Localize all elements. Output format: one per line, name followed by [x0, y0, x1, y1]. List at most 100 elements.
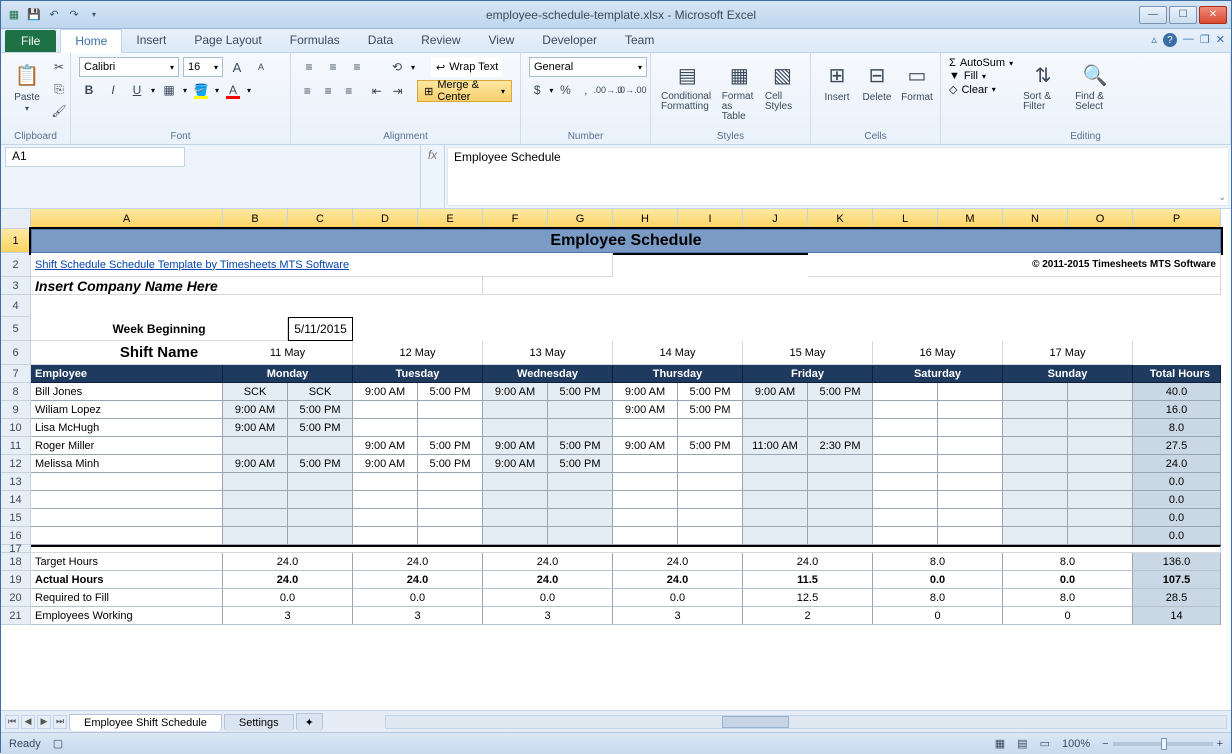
help-icon[interactable]: ?: [1163, 33, 1177, 47]
cell[interactable]: [938, 491, 1003, 509]
cell[interactable]: 9:00 AM: [223, 401, 288, 419]
column-header[interactable]: E: [418, 209, 483, 229]
cell[interactable]: 13 May: [483, 341, 613, 365]
column-header[interactable]: J: [743, 209, 808, 229]
merge-center-button[interactable]: ⊞Merge & Center▾: [417, 80, 512, 102]
increase-decimal-icon[interactable]: .00→.0: [598, 80, 618, 100]
column-header[interactable]: N: [1003, 209, 1068, 229]
cell[interactable]: 28.5: [1133, 589, 1221, 607]
cell[interactable]: Roger Miller: [31, 437, 223, 455]
cell[interactable]: [418, 473, 483, 491]
format-painter-icon[interactable]: 🖌: [49, 101, 69, 121]
align-left-icon[interactable]: ≡: [299, 81, 316, 101]
view-normal-icon[interactable]: ▦: [995, 737, 1005, 750]
row-header[interactable]: 3: [1, 277, 31, 295]
cell[interactable]: [873, 491, 938, 509]
cell[interactable]: Required to Fill: [31, 589, 223, 607]
row-header[interactable]: 4: [1, 295, 31, 317]
cell[interactable]: Week Beginning: [31, 317, 288, 341]
cell[interactable]: 0.0: [1133, 509, 1221, 527]
cell[interactable]: 5:00 PM: [808, 383, 873, 401]
cell[interactable]: [743, 527, 808, 545]
cell[interactable]: [743, 509, 808, 527]
cell[interactable]: 11:00 AM: [743, 437, 808, 455]
cell[interactable]: [548, 509, 613, 527]
decrease-indent-icon[interactable]: ⇤: [368, 81, 385, 101]
cell[interactable]: Lisa McHugh: [31, 419, 223, 437]
cell[interactable]: Bill Jones: [31, 383, 223, 401]
row-header[interactable]: 1: [1, 229, 31, 253]
cell[interactable]: [1068, 437, 1133, 455]
cell[interactable]: [678, 419, 743, 437]
column-header[interactable]: F: [483, 209, 548, 229]
cell[interactable]: [613, 419, 678, 437]
cell[interactable]: [873, 473, 938, 491]
cell[interactable]: [353, 509, 418, 527]
column-header[interactable]: O: [1068, 209, 1133, 229]
cell[interactable]: [1068, 455, 1133, 473]
cell[interactable]: 5/11/2015: [288, 317, 353, 341]
row-header[interactable]: 12: [1, 455, 31, 473]
cell[interactable]: Monday: [223, 365, 353, 383]
row-header[interactable]: 15: [1, 509, 31, 527]
cell[interactable]: 16 May: [873, 341, 1003, 365]
cell[interactable]: [808, 401, 873, 419]
tab-insert[interactable]: Insert: [122, 29, 180, 52]
cell[interactable]: [1003, 437, 1068, 455]
sheet-tab-new[interactable]: ✦: [296, 713, 323, 731]
column-header[interactable]: B: [223, 209, 288, 229]
cell[interactable]: Melissa Minh: [31, 455, 223, 473]
cell[interactable]: [613, 509, 678, 527]
column-header[interactable]: I: [678, 209, 743, 229]
cell[interactable]: 9:00 AM: [743, 383, 808, 401]
cell[interactable]: 24.0: [483, 571, 613, 589]
fill-color-icon[interactable]: 🪣: [191, 80, 211, 100]
cell[interactable]: 0.0: [1133, 491, 1221, 509]
tab-review[interactable]: Review: [407, 29, 474, 52]
row-header[interactable]: 17: [1, 545, 31, 553]
tab-team[interactable]: Team: [611, 29, 668, 52]
cell[interactable]: 5:00 PM: [678, 383, 743, 401]
cell[interactable]: Employee: [31, 365, 223, 383]
cell[interactable]: [31, 545, 1221, 553]
cell[interactable]: 14 May: [613, 341, 743, 365]
cell[interactable]: 9:00 AM: [223, 455, 288, 473]
name-box[interactable]: A1: [5, 147, 185, 167]
save-icon[interactable]: 💾: [25, 6, 43, 24]
column-header[interactable]: P: [1133, 209, 1221, 229]
cell[interactable]: [938, 383, 1003, 401]
cell[interactable]: [1003, 383, 1068, 401]
orientation-icon[interactable]: ⟲: [387, 57, 407, 77]
zoom-level[interactable]: 100%: [1062, 738, 1090, 750]
cell[interactable]: [873, 401, 938, 419]
cell[interactable]: 5:00 PM: [288, 419, 353, 437]
row-header[interactable]: 6: [1, 341, 31, 365]
cell[interactable]: 5:00 PM: [678, 401, 743, 419]
zoom-in-icon[interactable]: +: [1217, 738, 1223, 750]
cell[interactable]: 2:30 PM: [808, 437, 873, 455]
cell[interactable]: [938, 527, 1003, 545]
sheet-nav-first[interactable]: ⏮: [5, 715, 19, 729]
cell[interactable]: 16.0: [1133, 401, 1221, 419]
delete-cells-button[interactable]: ⊟Delete: [859, 57, 895, 105]
cell[interactable]: [678, 491, 743, 509]
cell[interactable]: [808, 455, 873, 473]
row-header[interactable]: 2: [1, 253, 31, 277]
cell[interactable]: [353, 473, 418, 491]
row-header[interactable]: 18: [1, 553, 31, 571]
cell[interactable]: [288, 473, 353, 491]
cell[interactable]: 9:00 AM: [483, 383, 548, 401]
cell[interactable]: 9:00 AM: [223, 419, 288, 437]
cell[interactable]: [808, 419, 873, 437]
row-header[interactable]: 9: [1, 401, 31, 419]
cell[interactable]: [873, 437, 938, 455]
spreadsheet-grid[interactable]: ABCDEFGHIJKLMNOP 12345678910111213141516…: [1, 209, 1231, 710]
cell[interactable]: 15 May: [743, 341, 873, 365]
cell[interactable]: [483, 419, 548, 437]
cell[interactable]: Insert Company Name Here: [31, 277, 483, 295]
cell[interactable]: [613, 455, 678, 473]
cell[interactable]: [353, 401, 418, 419]
copyright-text[interactable]: © 2011-2015 Timesheets MTS Software: [808, 253, 1221, 277]
sheet-nav-next[interactable]: ▶: [37, 715, 51, 729]
cell[interactable]: [548, 401, 613, 419]
